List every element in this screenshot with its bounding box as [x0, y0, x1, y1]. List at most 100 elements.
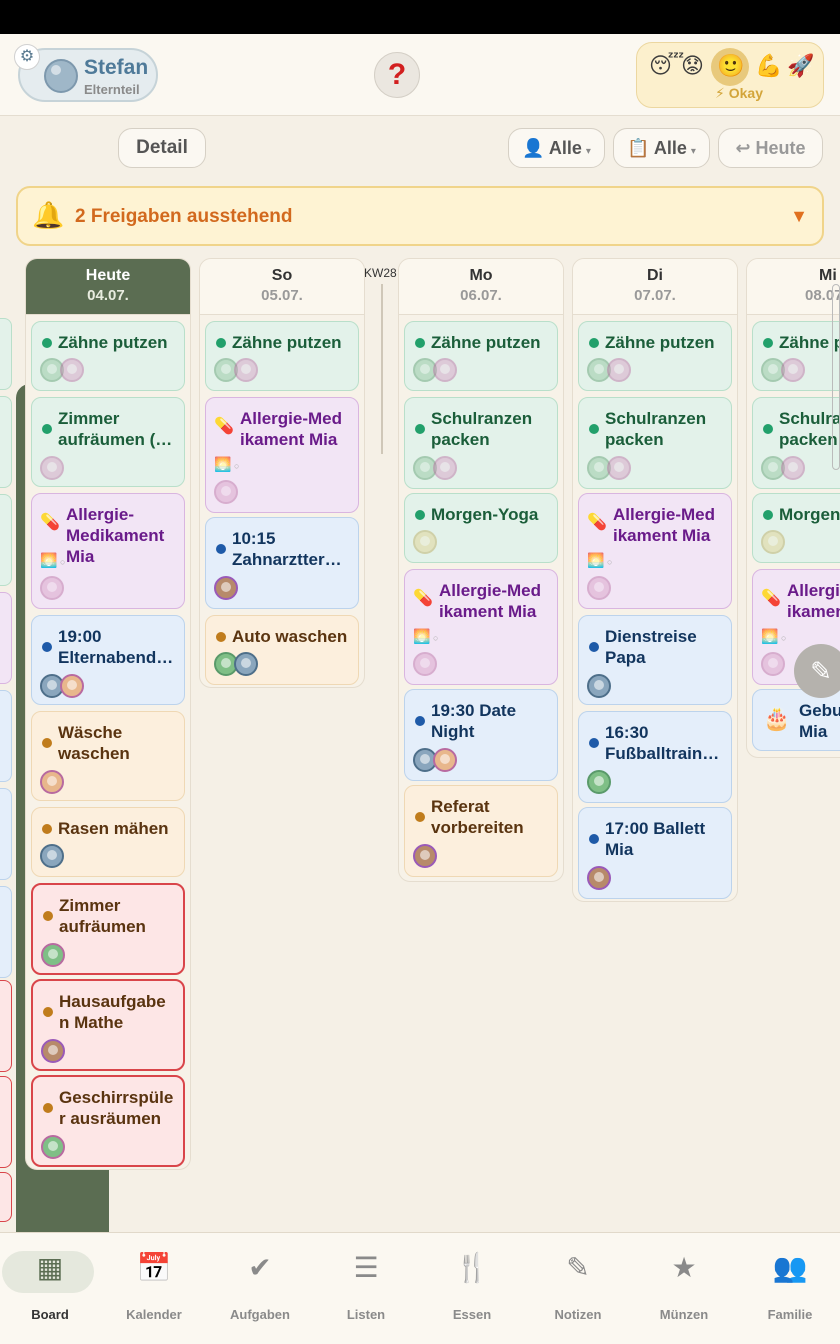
task-card[interactable]: Morgen: [752, 493, 840, 563]
task-card[interactable]: Zimmer aufräumen (…: [31, 397, 185, 487]
mood-sleepy-icon[interactable]: 😴: [649, 53, 684, 79]
task-card[interactable]: 💊 Allergie-Med ikament Mia 🌅: [205, 397, 359, 513]
assignees: [413, 530, 437, 556]
avatar: [41, 943, 65, 967]
task-card[interactable]: Schulra packen: [752, 397, 840, 489]
avatar: [413, 530, 437, 554]
column-day: Di: [647, 267, 663, 284]
task-card-overdue[interactable]: Hausaufgabe n Mathe: [31, 979, 185, 1071]
nav-essen[interactable]: 🍴 Essen: [422, 1251, 522, 1322]
assignees: [214, 576, 238, 602]
status-dot: [589, 642, 599, 652]
nav-notizen[interactable]: ✎ Notizen: [528, 1251, 628, 1322]
avatar: [60, 674, 84, 698]
approvals-banner[interactable]: 🔔 2 Freigaben ausstehend ▼: [16, 186, 824, 246]
task-card[interactable]: 💊 Allergie-Med ikament Mia 🌅: [578, 493, 732, 609]
task-card[interactable]: 19:00 Elternabend…: [31, 615, 185, 705]
edit-fab-button[interactable]: ✎: [794, 644, 840, 698]
task-card-overdue[interactable]: Geschirrspüle r ausräumen: [31, 1075, 185, 1167]
horizontal-scroll-indicator[interactable]: [832, 284, 840, 470]
assignees: [214, 358, 258, 384]
task-card[interactable]: 16:30 Fußballtrain…: [578, 711, 732, 803]
assignees: [413, 844, 437, 870]
today-button[interactable]: ↩ Heute: [718, 128, 823, 168]
nav-listen[interactable]: ☰ Listen: [316, 1251, 416, 1322]
chevron-down-icon[interactable]: ▼: [790, 206, 808, 227]
status-dot: [216, 544, 226, 554]
detail-view-button[interactable]: Detail: [118, 128, 206, 168]
avatar: [60, 358, 84, 382]
task-card[interactable]: 17:00 Ballett Mia: [578, 807, 732, 899]
mood-strong-icon[interactable]: 💪: [755, 53, 782, 79]
list-filter-dropdown[interactable]: 📋 Alle ▾: [613, 128, 710, 168]
task-title: Allergie-Med ikament Mia: [240, 409, 343, 449]
task-card[interactable]: Zähne putzen: [578, 321, 732, 391]
avatar: [761, 652, 785, 676]
task-title: Allergi ikamen: [787, 581, 840, 621]
task-title: Gebu Mia: [799, 701, 840, 741]
assignees: [587, 770, 611, 796]
nav-familie[interactable]: 👥 Familie: [740, 1251, 840, 1322]
profile-switcher[interactable]: ⚙ Stefan Elternteil: [14, 44, 158, 102]
bell-icon: 🔔: [32, 200, 65, 230]
task-card[interactable]: Dienstreise Papa: [578, 615, 732, 705]
person-filter-dropdown[interactable]: 👤 Alle ▾: [508, 128, 605, 168]
nav-label: Münzen: [659, 1307, 709, 1322]
task-card[interactable]: Referat vorbereiten: [404, 785, 558, 877]
task-card[interactable]: Zähne putzen: [205, 321, 359, 391]
task-card[interactable]: Zähne p: [752, 321, 840, 391]
task-card[interactable]: Morgen-Yoga: [404, 493, 558, 563]
avatar: [761, 530, 785, 554]
task-card[interactable]: Zähne putzen: [404, 321, 558, 391]
task-card[interactable]: 💊 Allergie-Med ikament Mia 🌅: [404, 569, 558, 685]
user-name: Stefan: [84, 56, 149, 79]
sunrise-icon: 🌅: [587, 552, 612, 569]
avatar: [40, 576, 64, 600]
gear-icon[interactable]: ⚙: [14, 44, 40, 70]
nav-board[interactable]: ▦ Board: [0, 1251, 100, 1322]
column-header: Heute 04.07.: [26, 259, 190, 315]
avatar: [413, 844, 437, 868]
task-card[interactable]: 💊 Allergie-Medikament Mia 🌅: [31, 493, 185, 609]
task-card[interactable]: Rasen mähen: [31, 807, 185, 877]
task-card[interactable]: 10:15 Zahnarztter…: [205, 517, 359, 609]
clipboard-icon: 📋: [627, 138, 650, 158]
task-title: Geschirrspüle r ausräumen: [59, 1088, 174, 1128]
mood-rocket-icon[interactable]: 🚀: [787, 53, 814, 79]
mood-selector[interactable]: 😴 😟 🙂 💪 🚀 ⚡ Okay: [636, 42, 824, 108]
assignees: [761, 530, 785, 556]
assignees: [40, 770, 64, 796]
task-card[interactable]: Zähne putzen: [31, 321, 185, 391]
task-card-overdue[interactable]: Zimmer aufräumen: [31, 883, 185, 975]
task-title: Morgen-Yoga: [431, 505, 539, 524]
mood-okay-icon[interactable]: 🙂: [717, 53, 744, 79]
week-board: Heute 04.07. Zähne putzen Zimmer aufräum…: [0, 256, 840, 1232]
column-day: Heute: [85, 267, 131, 284]
help-button[interactable]: ?: [374, 52, 420, 98]
task-card[interactable]: 🎂 Gebu Mia: [752, 689, 840, 751]
nav-aufgaben[interactable]: ✔ Aufgaben: [210, 1251, 310, 1322]
task-card[interactable]: Wäsche waschen: [31, 711, 185, 801]
task-card[interactable]: Schulranzen packen: [578, 397, 732, 489]
nav-kalender[interactable]: 📅 Kalender: [104, 1251, 204, 1322]
task-card[interactable]: 19:30 Date Night: [404, 689, 558, 781]
avatar: [433, 456, 457, 480]
task-card[interactable]: Auto waschen: [205, 615, 359, 685]
status-dot: [415, 812, 425, 822]
status-dot: [415, 716, 425, 726]
assignees: [413, 456, 457, 482]
list-filter-value: Alle: [653, 138, 687, 158]
mood-sad-icon[interactable]: 😟: [681, 53, 704, 79]
status-dot: [42, 824, 52, 834]
avatar: [607, 456, 631, 480]
status-dot: [763, 510, 773, 520]
status-dot: [216, 338, 226, 348]
status-dot: [763, 338, 773, 348]
day-column-today: Heute 04.07. Zähne putzen Zimmer aufräum…: [25, 258, 191, 1170]
task-card[interactable]: Schulranzen packen: [404, 397, 558, 489]
task-title: Dienstreise Papa: [605, 627, 697, 667]
avatar: [781, 456, 805, 480]
nav-muenzen[interactable]: ★ Münzen: [634, 1251, 734, 1322]
column-day: Mi: [819, 267, 837, 284]
assignees: [587, 866, 611, 892]
